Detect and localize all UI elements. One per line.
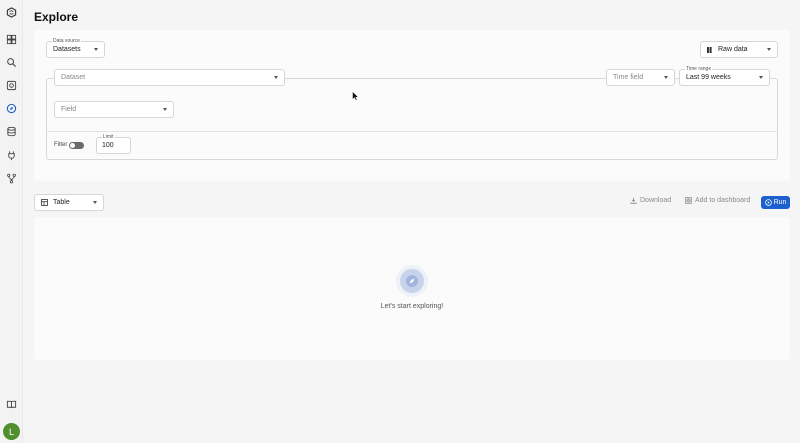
search-icon[interactable] [5, 56, 18, 69]
limit-label: Limit [102, 134, 115, 140]
results-view-select[interactable]: Table [34, 194, 104, 211]
toggle-knob [70, 143, 75, 148]
time-range-label: Time range [685, 66, 713, 72]
view-mode-select[interactable]: Raw data [700, 41, 778, 58]
time-range-select[interactable]: Time range Last 99 weeks [679, 66, 770, 86]
limit-value: 100 [102, 142, 114, 149]
logo-icon[interactable] [5, 6, 18, 19]
book-icon[interactable] [5, 398, 18, 411]
time-field-placeholder: Time field [613, 74, 644, 81]
add-to-dashboard-button[interactable]: Add to dashboard [685, 197, 750, 204]
results-view-value: Table [53, 199, 70, 206]
play-icon [764, 199, 772, 206]
run-label: Run [773, 199, 787, 206]
time-range-value: Last 99 weeks [686, 74, 731, 81]
table-icon [41, 199, 48, 206]
chevron-down-icon [767, 48, 771, 51]
avatar-letter: L [8, 426, 14, 437]
data-source-value: Datasets [53, 46, 81, 53]
database-icon[interactable] [5, 125, 18, 138]
filter-toggle[interactable] [69, 142, 84, 149]
limit-input[interactable]: Limit 100 [96, 134, 131, 154]
field-select[interactable]: Field [54, 101, 174, 118]
add-to-dashboard-label: Add to dashboard [695, 197, 751, 204]
sidebar: L [0, 0, 23, 443]
query-divider [46, 131, 778, 132]
flow-icon[interactable] [5, 172, 18, 185]
download-icon [630, 197, 637, 204]
plug-icon[interactable] [5, 149, 18, 162]
mouse-cursor-icon [352, 91, 359, 101]
empty-state-text: Let's start exploring! [380, 303, 444, 310]
chevron-down-icon [274, 76, 278, 79]
time-field-select[interactable]: Time field [606, 69, 675, 86]
dashboard-icon[interactable] [5, 33, 18, 46]
field-placeholder: Field [61, 106, 77, 113]
avatar[interactable]: L [3, 423, 20, 440]
chevron-down-icon [94, 48, 98, 51]
dashboard-icon [685, 197, 692, 204]
explore-icon[interactable] [5, 102, 18, 115]
data-source-label: Data source [52, 38, 81, 44]
view-mode-value: Raw data [718, 46, 748, 53]
data-source-select[interactable]: Data source Datasets [46, 38, 105, 58]
chevron-down-icon [759, 76, 763, 79]
columns-icon [707, 46, 712, 53]
grid-icon[interactable] [5, 79, 18, 92]
query-builder [46, 78, 778, 160]
chevron-down-icon [93, 201, 97, 204]
dataset-select[interactable]: Dataset [54, 69, 285, 86]
filter-label: Filter [54, 142, 68, 148]
run-button[interactable]: Run [761, 196, 790, 209]
page-title: Explore [34, 10, 79, 24]
download-button[interactable]: Download [630, 197, 671, 204]
download-label: Download [640, 197, 672, 204]
chevron-down-icon [163, 108, 167, 111]
dataset-placeholder: Dataset [61, 74, 86, 81]
compass-icon [396, 265, 428, 297]
chevron-down-icon [664, 76, 668, 79]
